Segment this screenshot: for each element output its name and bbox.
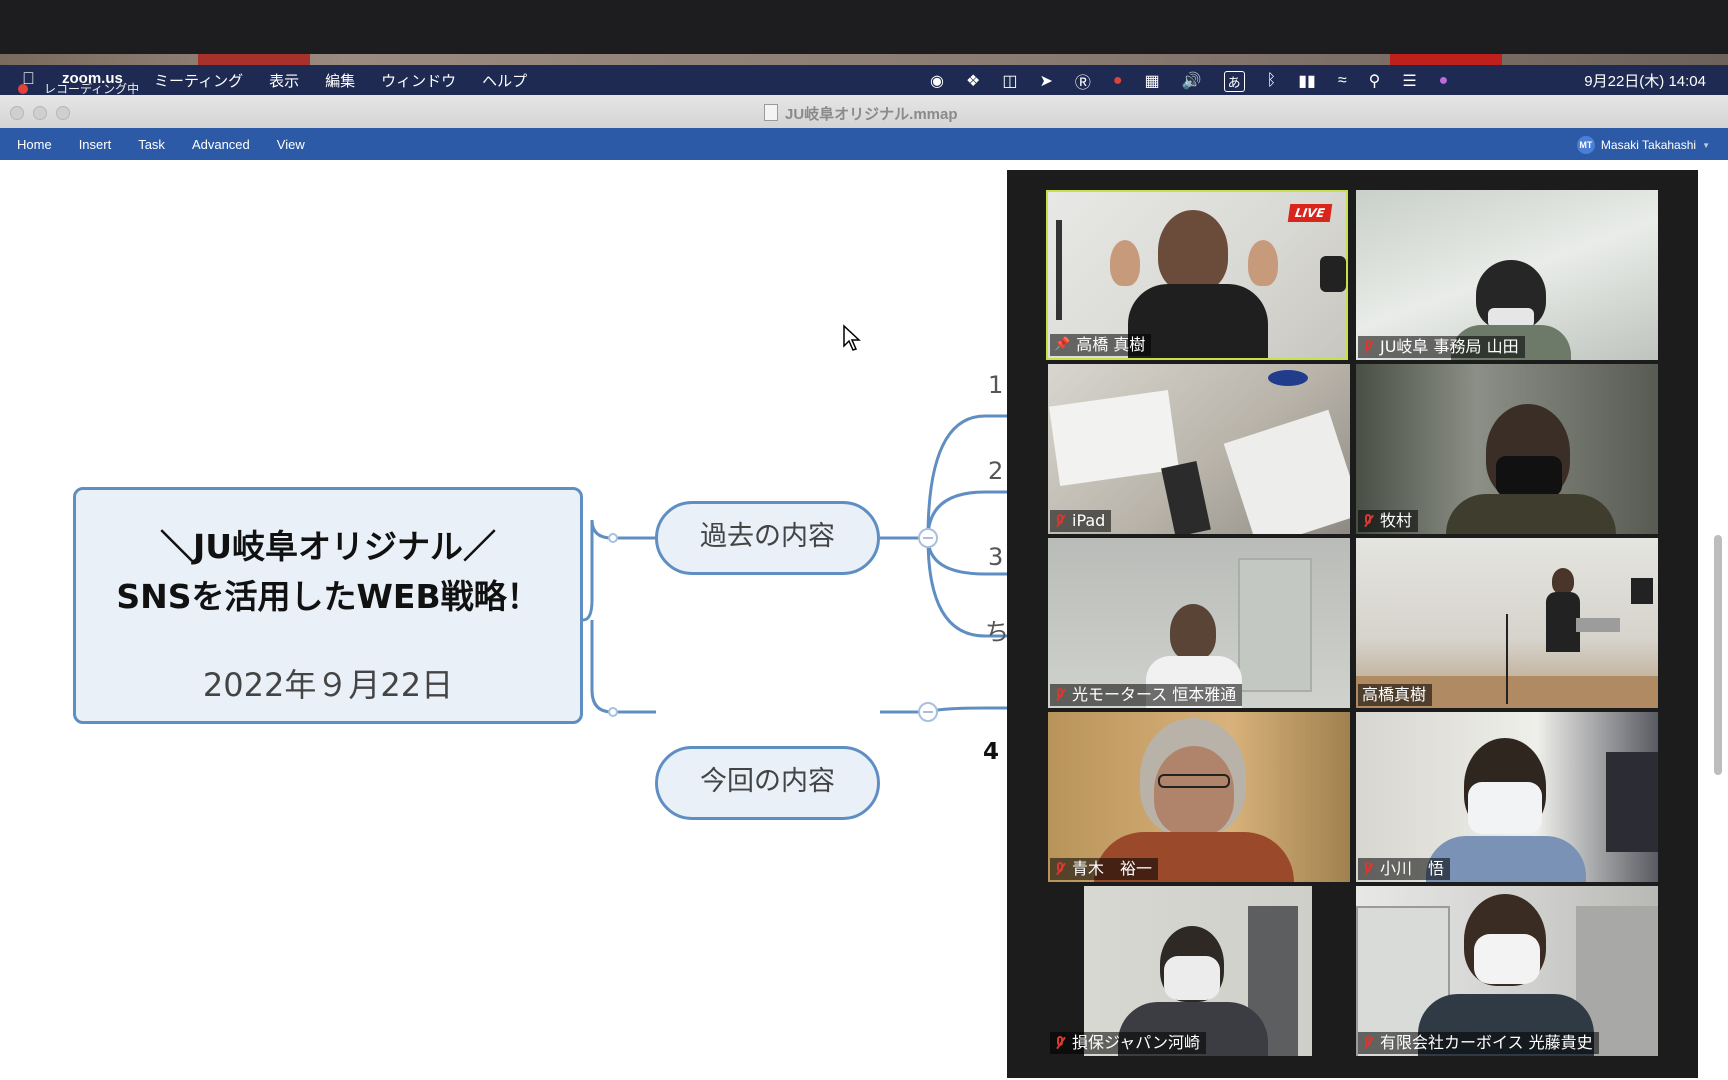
tab-advanced[interactable]: Advanced: [192, 137, 250, 152]
user-menu[interactable]: MT Masaki Takahashi ▼: [1576, 136, 1710, 154]
user-name: Masaki Takahashi: [1600, 138, 1697, 152]
video-tile-active-speaker[interactable]: LIVE 📌 高橋 真樹: [1046, 190, 1348, 360]
ime-indicator[interactable]: あ: [1223, 70, 1245, 92]
close-window-button[interactable]: [10, 106, 24, 120]
video-tile[interactable]: iPad: [1048, 364, 1350, 534]
mic-muted-icon: [1362, 513, 1374, 529]
participant-name: 高橋 真樹: [1076, 335, 1146, 354]
participant-name-tag: 牧村: [1358, 510, 1419, 532]
zoom-window-button[interactable]: [56, 106, 70, 120]
subtopic-label-2[interactable]: 2: [988, 457, 1003, 485]
participant-name: 光モータース 恒本雅通: [1072, 685, 1237, 704]
evernote-icon[interactable]: ◉: [930, 71, 944, 91]
video-tile[interactable]: 有限会社カーボイス 光藤貴史: [1356, 886, 1658, 1056]
topic-current-contents[interactable]: 今回の内容: [655, 746, 880, 820]
subtopic-label-4[interactable]: ち: [985, 612, 1009, 647]
desktop-stripe: [0, 54, 1728, 65]
bluetooth-icon[interactable]: ᛒ: [1267, 72, 1277, 90]
mic-muted-icon: [1054, 687, 1066, 703]
search-icon[interactable]: ⚲: [1369, 71, 1381, 91]
mac-menubar:  レコーディング中 zoom.us ミーティング 表示 編集 ウィンドウ ヘル…: [0, 65, 1728, 96]
mic-muted-icon: [1054, 1035, 1066, 1051]
live-badge: LIVE: [1288, 204, 1333, 222]
central-topic[interactable]: ＼JU岐阜オリジナル／ SNSを活用したWEB戦略！ 2022年９月22日: [73, 487, 583, 724]
airflow-icon[interactable]: ➤: [1039, 71, 1052, 91]
participant-name-tag: 小川 悟: [1358, 858, 1451, 880]
avatar: MT: [1576, 136, 1595, 154]
word-icon[interactable]: Ⓡ: [1075, 69, 1091, 93]
windows-layout-icon[interactable]: ▦: [1145, 71, 1160, 91]
participant-name: 高橋真樹: [1362, 685, 1427, 704]
subtopic-label-3[interactable]: 3: [988, 543, 1003, 571]
topic-past-contents[interactable]: 過去の内容: [655, 501, 880, 575]
video-tile[interactable]: 小川 悟: [1356, 712, 1658, 882]
dropbox-icon[interactable]: ❖: [966, 71, 980, 91]
control-center-icon[interactable]: ☰: [1402, 71, 1416, 91]
central-title-line1: ＼JU岐阜オリジナル／: [159, 527, 497, 566]
participant-name: 牧村: [1380, 511, 1413, 530]
participant-name-tag: 光モータース 恒本雅通: [1050, 684, 1243, 706]
participant-name: 有限会社カーボイス 光藤貴史: [1380, 1033, 1593, 1052]
menu-list: ミーティング 表示 編集 ウィンドウ ヘルプ: [154, 70, 527, 91]
central-title-line2: SNSを活用したWEB戦略！: [116, 577, 540, 616]
participant-name-tag: 青木 裕一: [1050, 858, 1159, 880]
participant-name-tag: iPad: [1050, 510, 1112, 532]
menu-meeting[interactable]: ミーティング: [154, 70, 243, 91]
participant-name-tag: 有限会社カーボイス 光藤貴史: [1358, 1032, 1599, 1054]
participant-name: 小川 悟: [1380, 859, 1445, 878]
participant-name: JU岐阜 事務局 山田: [1380, 337, 1519, 356]
pin-icon: 📌: [1054, 337, 1071, 352]
mic-muted-icon: [1054, 513, 1066, 529]
minimize-window-button[interactable]: [33, 106, 47, 120]
mic-muted-icon: [1362, 339, 1374, 355]
video-tile[interactable]: 損保ジャパン河崎: [1048, 886, 1350, 1056]
tab-home[interactable]: Home: [17, 137, 52, 152]
menu-window[interactable]: ウィンドウ: [381, 70, 456, 91]
tab-task[interactable]: Task: [138, 137, 165, 152]
top-black-bar: [0, 0, 1728, 56]
video-tile[interactable]: JU岐阜 事務局 山田: [1356, 190, 1658, 360]
participant-name: 青木 裕一: [1072, 859, 1153, 878]
participant-name-tag: 📌 高橋 真樹: [1050, 334, 1152, 356]
tab-view[interactable]: View: [277, 137, 305, 152]
menu-edit[interactable]: 編集: [325, 70, 355, 91]
window-titlebar: JU岐阜オリジナル.mmap: [0, 95, 1728, 129]
vertical-scrollbar[interactable]: [1714, 535, 1722, 775]
ribbon-tabs: Home Insert Task Advanced View: [17, 137, 332, 152]
subtopic-label-1[interactable]: 1: [988, 371, 1003, 399]
mic-muted-icon: [1362, 1035, 1374, 1051]
wifi-icon[interactable]: ≈: [1338, 72, 1347, 90]
zoom-gallery-view: LIVE 📌 高橋 真樹 JU岐阜 事務局 山田 iPad 牧村 光モータース …: [1007, 170, 1698, 1078]
ribbon-bar: Home Insert Task Advanced View MT Masaki…: [0, 128, 1728, 160]
mouse-cursor-icon: [843, 324, 861, 351]
participant-name-tag: 損保ジャパン河崎: [1050, 1032, 1207, 1054]
document-icon: [764, 104, 778, 121]
participant-name: iPad: [1072, 511, 1106, 530]
mic-muted-icon: [1054, 861, 1066, 877]
sidecar-icon[interactable]: ◫: [1002, 71, 1017, 91]
app-name-menu[interactable]: zoom.us: [62, 70, 123, 87]
tab-insert[interactable]: Insert: [79, 137, 112, 152]
battery-icon[interactable]: ▮▮: [1298, 71, 1316, 91]
siri-icon[interactable]: ●: [1439, 72, 1449, 90]
participant-name-tag: JU岐阜 事務局 山田: [1358, 336, 1525, 358]
video-tile[interactable]: 高橋真樹: [1356, 538, 1658, 708]
current-subtopic-label[interactable]: 4: [983, 739, 999, 765]
recording-indicator-icon: [18, 84, 28, 94]
participant-name-tag: 高橋真樹: [1358, 684, 1433, 706]
menubar-clock[interactable]: 9月22日(木) 14:04: [1584, 70, 1706, 91]
mic-muted-icon: [1362, 861, 1374, 877]
chevron-down-icon: ▼: [1702, 140, 1710, 150]
video-tile[interactable]: 青木 裕一: [1048, 712, 1350, 882]
participant-name: 損保ジャパン河崎: [1072, 1033, 1201, 1052]
central-date: 2022年９月22日: [202, 666, 454, 704]
record-status-icon[interactable]: ●: [1113, 72, 1123, 90]
menu-help[interactable]: ヘルプ: [482, 70, 527, 91]
video-tile[interactable]: 牧村: [1356, 364, 1658, 534]
video-tile[interactable]: 光モータース 恒本雅通: [1048, 538, 1350, 708]
volume-icon[interactable]: 🔊: [1182, 71, 1202, 91]
menu-view[interactable]: 表示: [269, 70, 299, 91]
status-icons: ◉ ❖ ◫ ➤ Ⓡ ● ▦ 🔊 あ ᛒ ▮▮ ≈ ⚲ ☰ ●: [930, 69, 1448, 93]
window-title: JU岐阜オリジナル.mmap: [785, 106, 958, 123]
